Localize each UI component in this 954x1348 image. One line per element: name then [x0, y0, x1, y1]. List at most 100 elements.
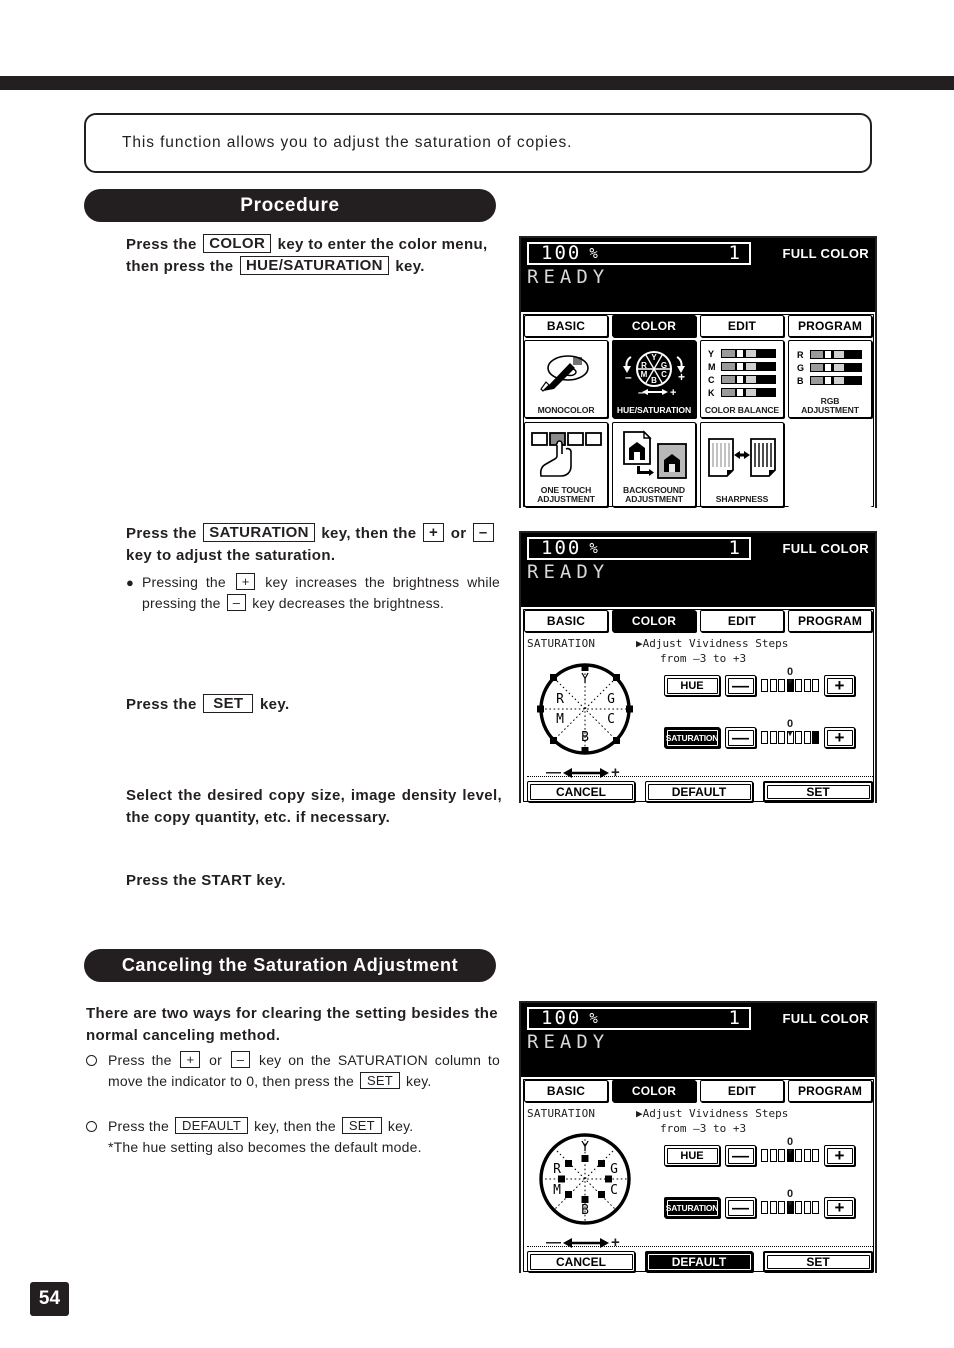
tab-program-3[interactable]: PROGRAM: [522, 1078, 874, 1272]
tab-edit-3[interactable]: EDIT: [522, 1078, 874, 1272]
tab-color-3[interactable]: COLOR: [522, 1078, 874, 1272]
hue-button-2[interactable]: HUE: [664, 675, 720, 696]
tab-program-2[interactable]: PROGRAM: [522, 608, 874, 802]
tab-edit-1[interactable]: EDIT: [522, 313, 874, 507]
lcd-percent-sign-1: %: [589, 245, 598, 262]
color-wheel-graphic-3: Y R G M C B: [539, 1133, 631, 1225]
lcd-status-3: READY: [527, 1031, 610, 1053]
top-rule-divider: [0, 76, 954, 90]
cancel-button-2[interactable]: CANCEL: [527, 781, 635, 802]
lcd-body-2: BASIC COLOR EDIT PROGRAM SATURATION ▶Adj…: [521, 605, 875, 803]
menu-item-rgb-adjustment-label: RGB ADJUSTMENT: [801, 396, 859, 415]
wheel-label-M: M: [556, 712, 564, 727]
tab-color-1[interactable]: COLOR: [522, 313, 874, 507]
tab-basic-1[interactable]: BASIC: [522, 313, 874, 507]
lcd-body-1: BASIC COLOR EDIT PROGRAM MONOCOLOR Y R G…: [521, 310, 875, 508]
set-button-2[interactable]: SET: [763, 781, 873, 802]
step-2-note-part-c: key decreases the brightness.: [252, 595, 445, 611]
menu-item-rgb-adjustment[interactable]: RGB RGB ADJUSTMENT: [788, 340, 872, 418]
saturation-desc-line1-2: ▶Adjust Vividness Steps: [636, 637, 789, 650]
svg-text:B: B: [651, 376, 657, 385]
tab-color-2[interactable]: COLOR: [522, 608, 874, 802]
tab-program-1[interactable]: PROGRAM: [522, 313, 874, 507]
menu-item-sharpness-label: SHARPNESS: [715, 494, 769, 504]
default-button-3[interactable]: DEFAULT: [645, 1251, 753, 1272]
page-number: 54: [30, 1282, 69, 1316]
sharpness-pages-icon: [701, 423, 783, 495]
tab-color-label-1: COLOR: [631, 319, 677, 333]
tab-color-label-3: COLOR: [631, 1084, 677, 1098]
saturation-zero-label-2: 0: [786, 718, 794, 730]
lcd-header-3: 100 % 1 FULL COLOR READY: [521, 1003, 875, 1075]
menu-item-one-touch-adjustment[interactable]: ONE TOUCH ADJUSTMENT: [524, 422, 608, 507]
hue-button-3[interactable]: HUE: [664, 1145, 720, 1166]
menu-item-monocolor[interactable]: MONOCOLOR: [524, 340, 608, 418]
color-wheel-widget-2: Y R G M C B — +: [534, 661, 640, 781]
hue-minus-button-2[interactable]: —: [725, 675, 756, 696]
saturation-pane-2: SATURATION ▶Adjust Vividness Steps from …: [524, 635, 873, 802]
lcd-ratio-box-2: 100 % 1: [527, 537, 751, 560]
key-set-cancel-2[interactable]: SET: [341, 1117, 382, 1134]
canceling-2-part-b: key, then the: [254, 1118, 336, 1134]
tab-program-label-2: PROGRAM: [797, 614, 863, 628]
step-2-text: Press the SATURATION key, then the + or …: [126, 523, 504, 567]
tab-basic-label-2: BASIC: [546, 614, 586, 628]
tab-basic-3[interactable]: BASIC: [522, 1078, 874, 1272]
menu-item-sharpness[interactable]: SHARPNESS: [700, 422, 784, 507]
saturation-minus-button-2[interactable]: —: [725, 727, 756, 748]
lcd-color-mode-1: FULL COLOR: [782, 246, 869, 261]
cancel-button-3[interactable]: CANCEL: [527, 1251, 635, 1272]
ymck-bars-icon: YMCK: [701, 341, 783, 406]
saturation-zero-label-3: 0: [786, 1188, 794, 1200]
lcd-status-1: READY: [527, 266, 610, 288]
hue-scale-2[interactable]: [761, 679, 819, 692]
wheel-indicator-dots-3: [558, 1155, 612, 1203]
key-minus-note[interactable]: –: [226, 594, 247, 611]
hue-minus-button-3[interactable]: —: [725, 1145, 756, 1166]
color-wheel-widget-3: Y R G M C B — +: [534, 1131, 640, 1251]
key-saturation[interactable]: SATURATION: [203, 523, 315, 542]
saturation-button-2[interactable]: SATURATION: [664, 727, 720, 748]
lcd-screenshot-saturation-default: 100 % 1 FULL COLOR READY BASIC COLOR EDI…: [519, 1001, 877, 1273]
saturation-scale-3[interactable]: [761, 1201, 819, 1214]
key-default-cancel[interactable]: DEFAULT: [175, 1117, 248, 1134]
saturation-scale-2[interactable]: [761, 731, 819, 744]
key-color[interactable]: COLOR: [203, 234, 272, 253]
saturation-desc-line2-2: from –3 to +3: [660, 652, 747, 665]
key-set[interactable]: SET: [203, 694, 254, 713]
step-5-text: Press the START key.: [126, 872, 286, 889]
key-set-cancel-1[interactable]: SET: [360, 1072, 400, 1089]
saturation-footer-buttons-3: CANCEL DEFAULT SET: [527, 1246, 873, 1272]
canceling-2-part-a: Press the: [108, 1118, 169, 1134]
wheel-label-Y: Y: [581, 672, 589, 687]
color-wheel-graphic-2: Y R G M C B: [537, 663, 633, 755]
hue-plus-button-3[interactable]: +: [824, 1145, 855, 1166]
saturation-button-3[interactable]: SATURATION: [664, 1197, 720, 1218]
default-button-2[interactable]: DEFAULT: [645, 781, 753, 802]
menu-item-color-balance[interactable]: YMCK COLOR BALANCE: [700, 340, 784, 418]
saturation-minus-button-3[interactable]: —: [725, 1197, 756, 1218]
key-hue-saturation[interactable]: HUE/SATURATION: [239, 256, 389, 275]
key-plus-cancel[interactable]: +: [180, 1051, 201, 1068]
hue-scale-3[interactable]: [761, 1149, 819, 1162]
menu-item-hue-saturation[interactable]: Y R G M C B – + – + HUE/SATURATION: [612, 340, 696, 418]
step-3-part-b: key.: [259, 696, 290, 713]
key-plus-note[interactable]: +: [235, 573, 256, 590]
saturation-plus-button-2[interactable]: +: [824, 727, 855, 748]
saturation-plus-button-3[interactable]: +: [824, 1197, 855, 1218]
lcd-zoom-ratio-2: 100: [541, 537, 582, 559]
key-plus[interactable]: +: [423, 523, 445, 542]
key-minus[interactable]: –: [472, 523, 494, 542]
hue-plus-button-2[interactable]: +: [824, 675, 855, 696]
svg-text:R: R: [641, 361, 647, 370]
svg-text:G: G: [797, 363, 804, 373]
section-banner-canceling: Canceling the Saturation Adjustment: [84, 949, 496, 982]
hue-zero-label-2: 0: [786, 666, 794, 678]
wheel-label-C-3: C: [610, 1183, 618, 1198]
tab-edit-2[interactable]: EDIT: [522, 608, 874, 802]
key-minus-cancel[interactable]: –: [230, 1051, 251, 1068]
menu-item-background-adjustment[interactable]: BACKGROUND ADJUSTMENT: [612, 422, 696, 507]
tab-basic-2[interactable]: BASIC: [522, 608, 874, 802]
set-button-3[interactable]: SET: [763, 1251, 873, 1272]
step-1-part-c: key.: [395, 258, 425, 275]
